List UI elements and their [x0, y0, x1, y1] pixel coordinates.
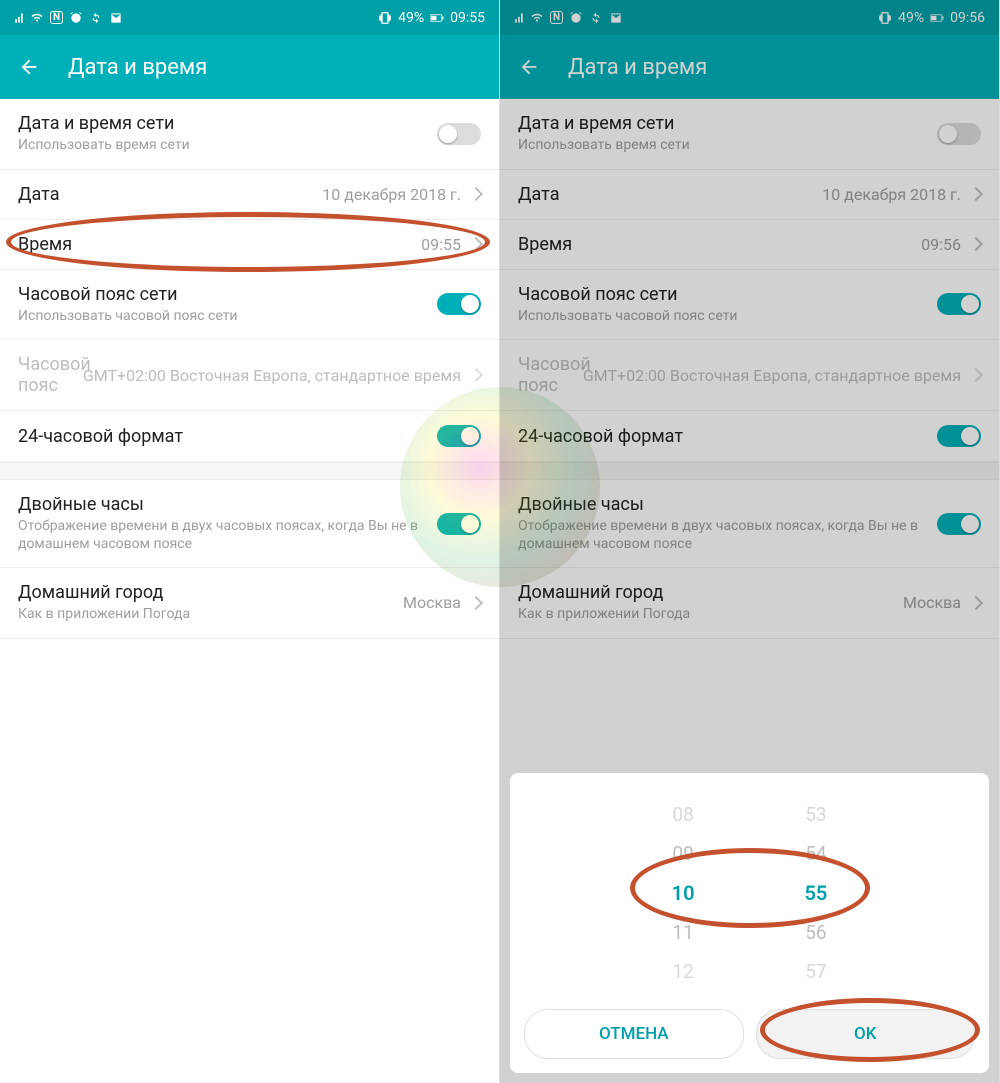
hour-option[interactable]: 12: [672, 960, 693, 983]
row-sub: Использовать время сети: [18, 137, 427, 155]
row-time[interactable]: Время 09:55: [0, 220, 499, 270]
signal-icons: [14, 11, 44, 25]
row-auto-datetime[interactable]: Дата и время сети Использовать время сет…: [0, 99, 499, 170]
time-wheels: 08 09 10 11 12 53 54 55 56 57: [510, 793, 989, 1003]
toggle-dual-clocks[interactable]: [437, 513, 481, 535]
ok-button[interactable]: OK: [756, 1009, 976, 1059]
chevron-right-icon: [469, 368, 483, 382]
minute-wheel[interactable]: 53 54 55 56 57: [805, 803, 828, 983]
hour-option[interactable]: 09: [672, 842, 693, 865]
hour-wheel[interactable]: 08 09 10 11 12: [672, 803, 695, 983]
mail-icon: [109, 11, 123, 25]
hour-selected[interactable]: 10: [672, 881, 695, 905]
row-sub: Отображение времени в двух часовых пояса…: [18, 518, 427, 553]
cancel-button[interactable]: ОТМЕНА: [524, 1009, 744, 1059]
row-24h-format[interactable]: 24-часовой формат: [0, 411, 499, 462]
status-time: 09:55: [450, 10, 485, 26]
nfc-icon: N: [50, 11, 63, 24]
hour-option[interactable]: 08: [672, 803, 693, 826]
chevron-right-icon: [469, 187, 483, 201]
row-value: Москва: [403, 593, 461, 612]
row-date[interactable]: Дата 10 декабря 2018 г.: [0, 170, 499, 220]
row-sub: Как в приложении Погода: [18, 606, 393, 624]
alarm-icon: [69, 11, 83, 25]
toggle-auto-datetime[interactable]: [437, 123, 481, 145]
vibrate-icon: [378, 11, 392, 25]
wifi-icon: [30, 11, 44, 25]
toggle-auto-timezone[interactable]: [437, 293, 481, 315]
chevron-right-icon: [469, 596, 483, 610]
row-title: Двойные часы: [18, 494, 427, 515]
status-bar: N 49% 09:55: [0, 0, 499, 35]
row-title: Домашний город: [18, 582, 393, 603]
row-value: 10 декабря 2018 г.: [322, 185, 461, 204]
chevron-right-icon: [469, 237, 483, 251]
signal-icon: [14, 11, 28, 25]
battery-percent: 49%: [398, 10, 424, 26]
row-value: GMT+02:00 Восточная Европа, стандартное …: [83, 366, 461, 385]
minute-option[interactable]: 57: [805, 960, 826, 983]
minute-option[interactable]: 53: [805, 803, 826, 826]
app-header: Дата и время: [0, 35, 499, 99]
toggle-24h[interactable]: [437, 425, 481, 447]
row-value: 09:55: [421, 235, 461, 254]
settings-list: Дата и время сети Использовать время сет…: [0, 99, 499, 1083]
battery-icon: [430, 11, 444, 25]
row-title: Часовой пояс: [18, 354, 73, 396]
row-title: Дата: [18, 184, 312, 205]
row-home-city[interactable]: Домашний город Как в приложении Погода М…: [0, 568, 499, 639]
back-icon[interactable]: [18, 56, 40, 78]
screen-right: N 49% 09:56 Дата и время Дата и время се…: [500, 0, 1000, 1083]
row-title: 24-часовой формат: [18, 426, 427, 447]
time-picker-dialog: 08 09 10 11 12 53 54 55 56 57 ОТМЕНА OK: [510, 773, 989, 1073]
row-timezone: Часовой пояс GMT+02:00 Восточная Европа,…: [0, 340, 499, 411]
page-title: Дата и время: [68, 55, 207, 80]
row-title: Часовой пояс сети: [18, 284, 427, 305]
row-title: Дата и время сети: [18, 113, 427, 134]
screen-left: N 49% 09:55 Дата и время Дата и время се…: [0, 0, 500, 1083]
row-title: Время: [18, 234, 411, 255]
hour-option[interactable]: 11: [672, 921, 693, 944]
section-divider: [0, 462, 499, 480]
minute-selected[interactable]: 55: [805, 881, 828, 905]
row-auto-timezone[interactable]: Часовой пояс сети Использовать часовой п…: [0, 270, 499, 341]
row-sub: Использовать часовой пояс сети: [18, 308, 427, 326]
row-dual-clocks[interactable]: Двойные часы Отображение времени в двух …: [0, 480, 499, 568]
minute-option[interactable]: 56: [805, 921, 826, 944]
sync-icon: [89, 11, 103, 25]
minute-option[interactable]: 54: [805, 842, 826, 865]
